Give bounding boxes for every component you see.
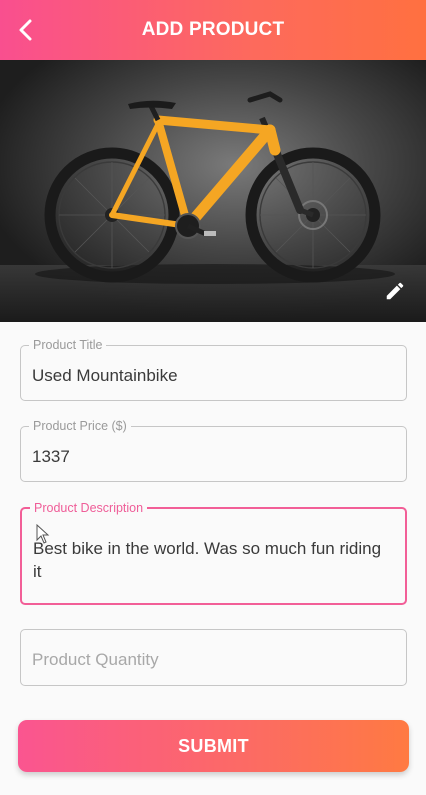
product-image[interactable] [0, 60, 426, 322]
edit-image-button[interactable] [382, 278, 408, 304]
bike-illustration [0, 60, 426, 322]
product-price-label: Product Price ($) [29, 418, 131, 434]
submit-button[interactable]: SUBMIT [18, 720, 409, 772]
chevron-left-icon [19, 19, 32, 41]
product-title-label: Product Title [29, 337, 107, 353]
product-quantity-placeholder[interactable]: Product Quantity [32, 648, 394, 671]
product-price-value[interactable]: 1337 [32, 445, 394, 468]
product-title-value[interactable]: Used Mountainbike [32, 364, 394, 387]
mouse-cursor-icon [36, 524, 50, 544]
product-quantity-field[interactable]: Product Quantity [20, 629, 407, 686]
app-bar: ADD PRODUCT [0, 0, 426, 60]
back-button[interactable] [10, 14, 42, 46]
product-price-field[interactable]: Product Price ($) 1337 [20, 418, 407, 482]
product-title-field[interactable]: Product Title Used Mountainbike [20, 337, 407, 401]
product-description-value[interactable]: Best bike in the world. Was so much fun … [33, 537, 393, 583]
page-title: ADD PRODUCT [141, 19, 285, 40]
product-description-field[interactable]: Product Description Best bike in the wor… [20, 500, 407, 605]
product-description-label: Product Description [30, 500, 148, 516]
pencil-icon [386, 282, 404, 300]
